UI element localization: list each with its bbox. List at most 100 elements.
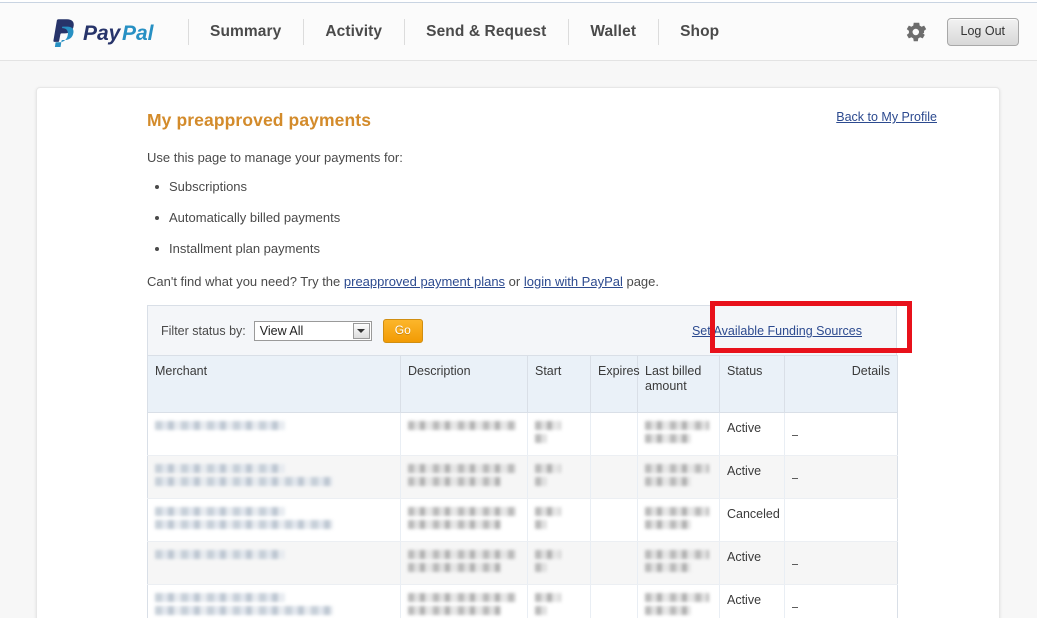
column-header-start[interactable]: Start	[527, 355, 591, 413]
cell-merchant	[147, 498, 401, 542]
cell-details[interactable]	[784, 455, 898, 499]
global-header: Pay Pal Summary Activity Send & Request …	[0, 3, 1037, 61]
set-available-funding-sources-link[interactable]: Set Available Funding Sources	[692, 324, 862, 338]
filter-bar: Filter status by: View All Go Set Availa…	[147, 301, 912, 355]
page-title: My preapproved payments	[147, 110, 372, 130]
nav-item-activity[interactable]: Activity	[303, 17, 404, 47]
column-header-details[interactable]: Details	[784, 355, 898, 413]
nav-item-send-request[interactable]: Send & Request	[404, 17, 568, 47]
cell-expires	[590, 455, 638, 499]
preapproved-payments-table: Merchant Description Start Expires Last …	[147, 355, 898, 618]
logout-button[interactable]: Log Out	[946, 18, 1019, 46]
filter-status-value: View All	[259, 323, 304, 338]
redacted-text	[155, 420, 285, 430]
help-text-middle: or	[505, 274, 524, 289]
column-header-last-billed-amount[interactable]: Last billed amount	[637, 355, 720, 413]
redacted-text	[645, 605, 691, 615]
column-header-expires[interactable]: Expires	[590, 355, 640, 413]
filter-status-select[interactable]: View All	[253, 320, 372, 341]
redacted-text	[535, 519, 547, 529]
cell-last-billed-amount	[637, 541, 720, 585]
redacted-text	[155, 605, 333, 615]
cell-details[interactable]	[784, 498, 898, 542]
preapproved-payment-plans-link[interactable]: preapproved payment plans	[344, 274, 505, 289]
redacted-text	[408, 562, 501, 572]
cell-last-billed-amount	[637, 412, 720, 456]
redacted-text	[535, 420, 561, 430]
table-header-row: Merchant Description Start Expires Last …	[147, 355, 898, 413]
paypal-logo-icon: Pay Pal	[53, 18, 155, 47]
details-link[interactable]	[792, 563, 798, 565]
back-to-profile-link[interactable]: Back to My Profile	[836, 110, 937, 124]
redacted-text	[408, 549, 516, 559]
details-link[interactable]	[792, 606, 798, 608]
svg-text:Pal: Pal	[122, 22, 155, 45]
redacted-text	[535, 605, 547, 615]
cell-last-billed-amount	[637, 498, 720, 542]
table-row[interactable]: Active	[147, 455, 898, 499]
status-badge: Active	[719, 455, 785, 499]
redacted-text	[645, 592, 709, 602]
redacted-text	[408, 420, 516, 430]
header-actions: Log Out	[903, 3, 1019, 61]
content-card: Back to My Profile My preapproved paymen…	[36, 87, 1000, 618]
cell-last-billed-amount	[637, 584, 720, 618]
column-header-status[interactable]: Status	[719, 355, 785, 413]
cell-description	[400, 541, 528, 585]
cell-expires	[590, 584, 638, 618]
status-badge: Active	[719, 541, 785, 585]
cell-details[interactable]	[784, 412, 898, 456]
login-with-paypal-link[interactable]: login with PayPal	[524, 274, 623, 289]
go-button[interactable]: Go	[382, 318, 423, 343]
cell-expires	[590, 541, 638, 585]
redacted-text	[155, 506, 285, 516]
table-row[interactable]: Active	[147, 541, 898, 585]
cell-start	[527, 498, 591, 542]
status-badge: Canceled	[719, 498, 785, 542]
nav-item-summary[interactable]: Summary	[188, 17, 303, 47]
redacted-text	[535, 506, 561, 516]
redacted-text	[645, 463, 709, 473]
cell-merchant	[147, 584, 401, 618]
cell-expires	[590, 412, 638, 456]
redacted-text	[155, 463, 285, 473]
redacted-text	[408, 476, 501, 486]
cell-description	[400, 412, 528, 456]
page-intro: Use this page to manage your payments fo…	[147, 150, 403, 165]
cell-start	[527, 455, 591, 499]
help-text-after: page.	[622, 274, 660, 289]
redacted-text	[155, 476, 333, 486]
cell-last-billed-amount	[637, 455, 720, 499]
cell-start	[527, 412, 591, 456]
cell-merchant	[147, 455, 401, 499]
list-item: Installment plan payments	[147, 241, 937, 256]
details-link[interactable]	[792, 477, 798, 479]
paypal-logo[interactable]: Pay Pal	[50, 17, 168, 47]
redacted-text	[645, 519, 691, 529]
payment-types-list: Subscriptions Automatically billed payme…	[147, 179, 937, 256]
redacted-text	[408, 519, 501, 529]
cell-start	[527, 584, 591, 618]
gear-icon[interactable]	[903, 19, 929, 45]
redacted-text	[535, 592, 561, 602]
list-item: Subscriptions	[147, 179, 937, 194]
table-row[interactable]: Active	[147, 412, 898, 456]
cell-details[interactable]	[784, 584, 898, 618]
redacted-text	[645, 433, 691, 443]
redacted-text	[645, 506, 709, 516]
redacted-text	[155, 519, 333, 529]
table-row[interactable]: Canceled	[147, 498, 898, 542]
redacted-text	[535, 562, 547, 572]
redacted-text	[155, 592, 285, 602]
chevron-down-icon[interactable]	[352, 322, 370, 339]
cell-expires	[590, 498, 638, 542]
filter-status-label: Filter status by:	[161, 323, 246, 338]
nav-item-wallet[interactable]: Wallet	[568, 17, 658, 47]
cell-details[interactable]	[784, 541, 898, 585]
details-link[interactable]	[792, 434, 798, 436]
table-row[interactable]: Active	[147, 584, 898, 618]
column-header-description[interactable]: Description	[400, 355, 528, 413]
column-header-merchant[interactable]: Merchant	[147, 355, 401, 413]
nav-item-shop[interactable]: Shop	[658, 17, 741, 47]
table-body: ActiveActiveCanceledActiveActiveActive	[147, 412, 898, 618]
